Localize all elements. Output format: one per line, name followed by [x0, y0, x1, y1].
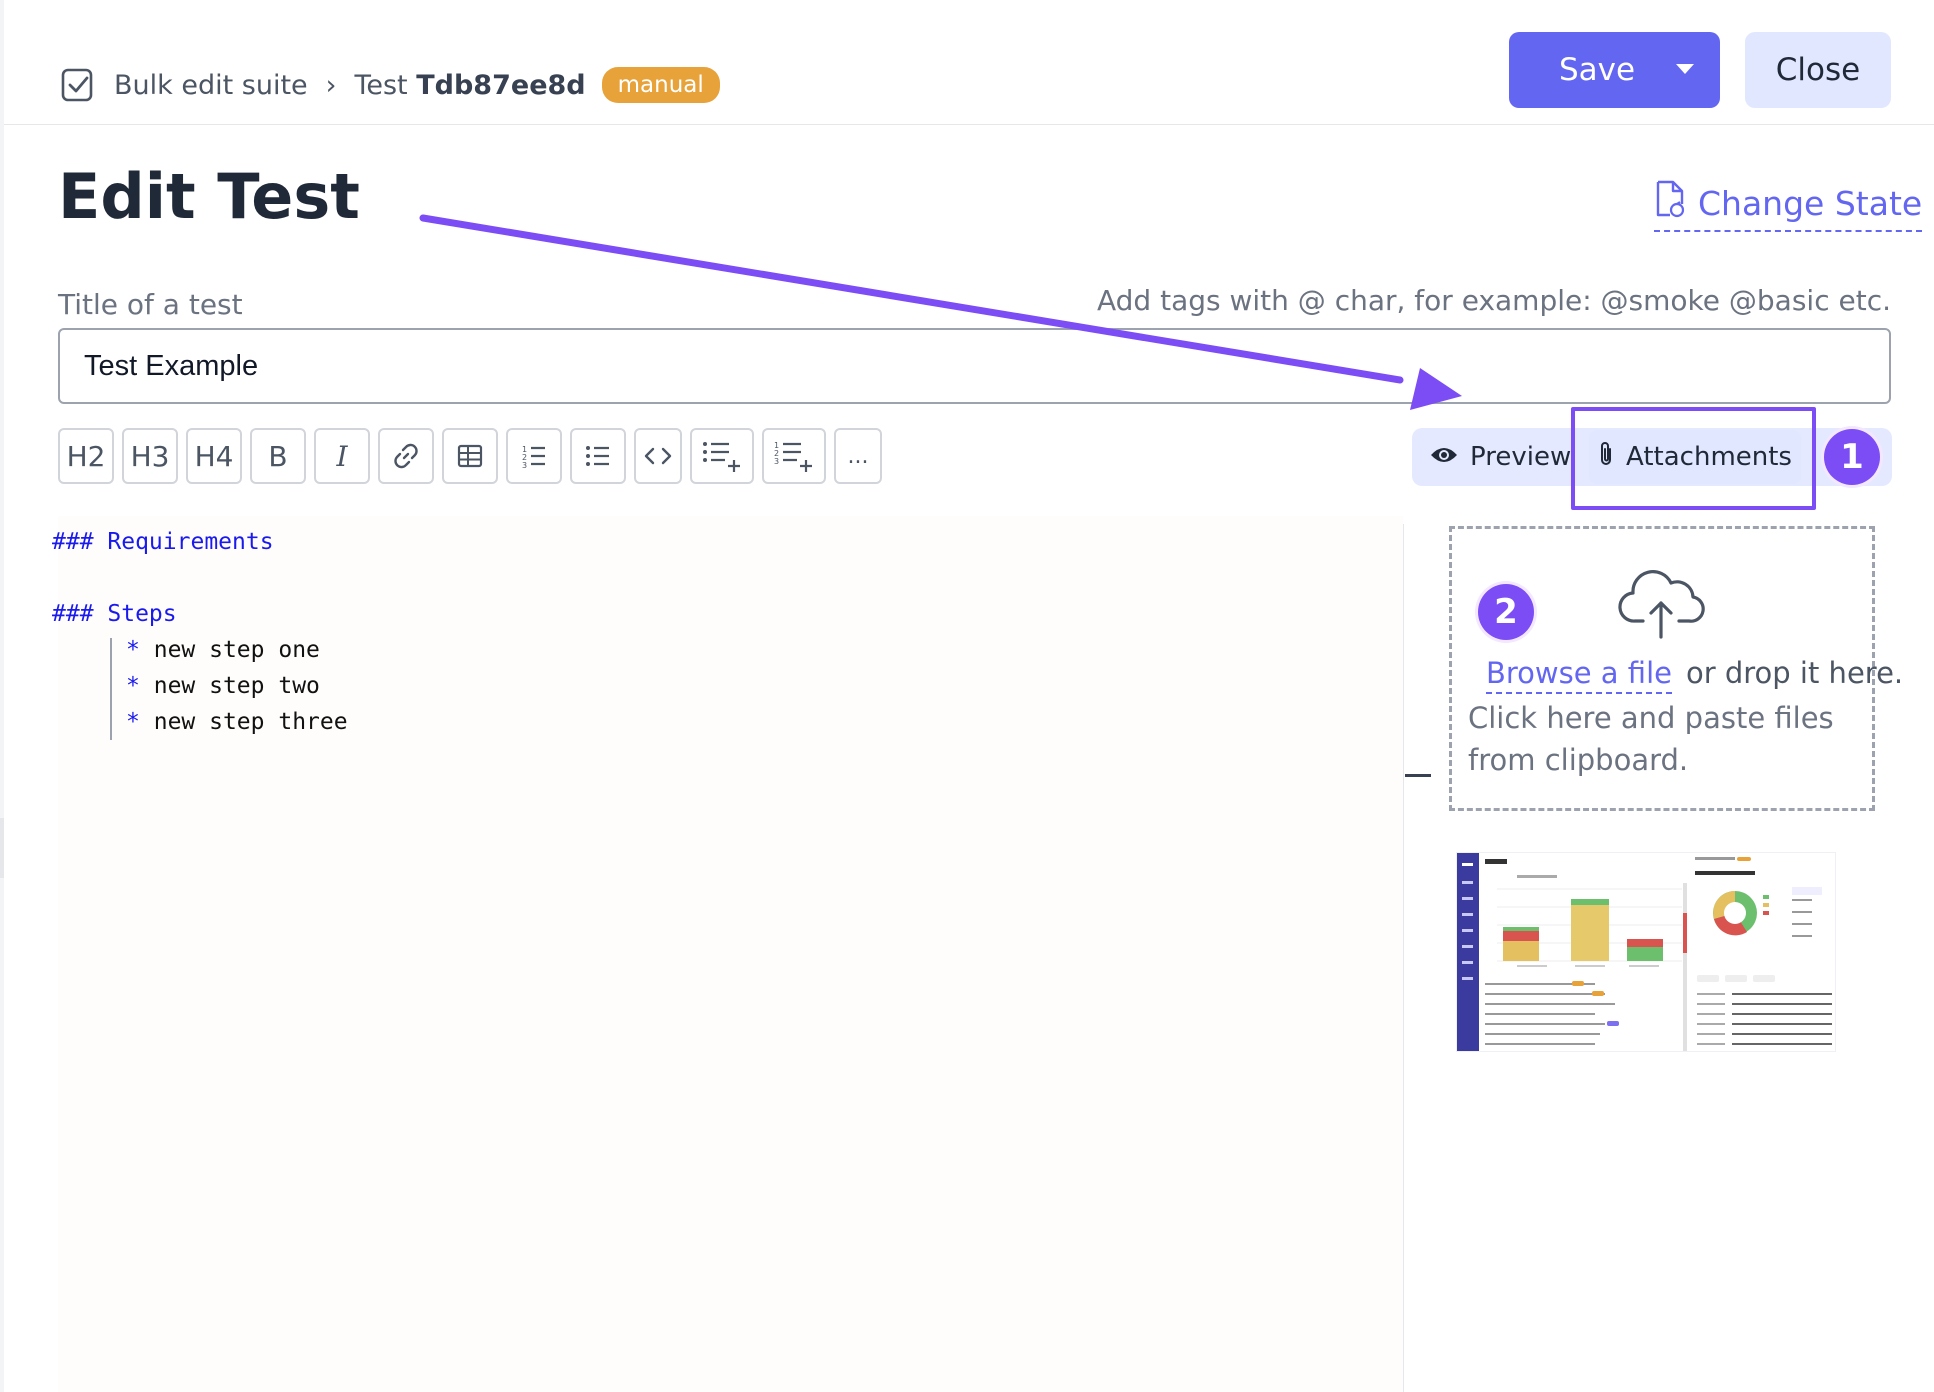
- annotation-arrow: [419, 214, 1462, 410]
- arrow-head-icon: [1410, 368, 1462, 410]
